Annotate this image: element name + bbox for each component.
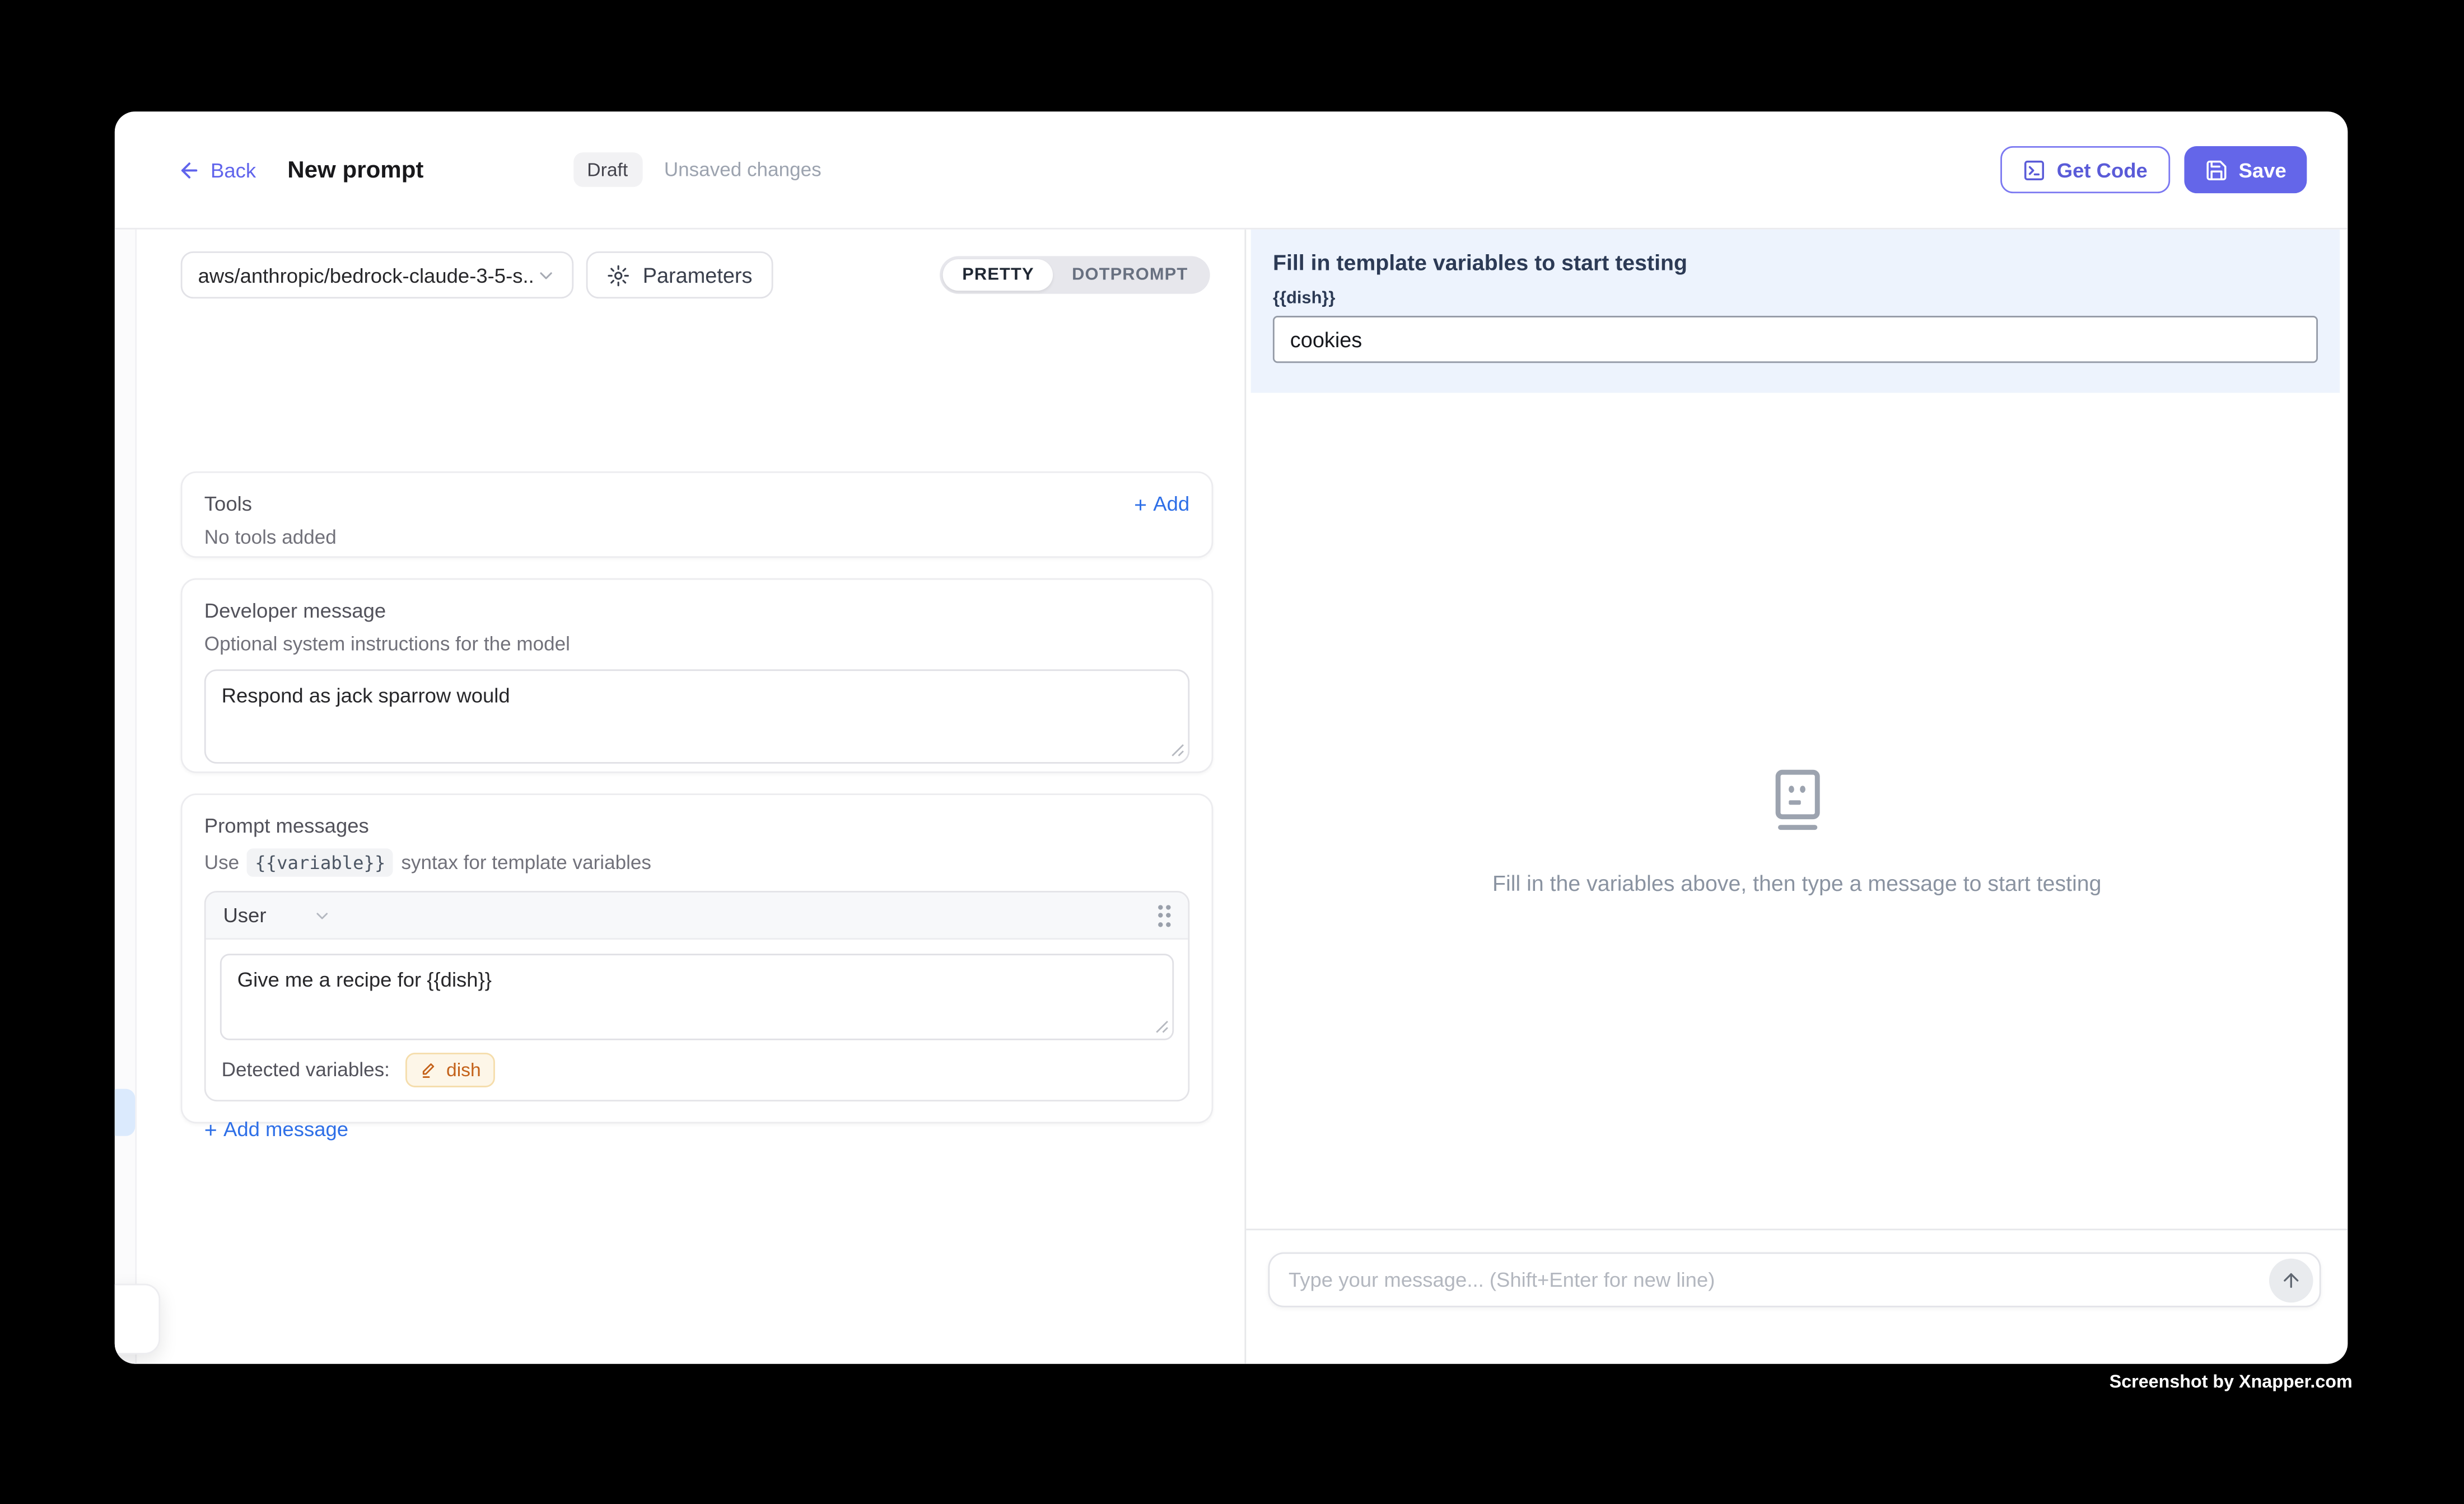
detected-variables-label: Detected variables: bbox=[222, 1059, 390, 1081]
watermark-credit: Screenshot by Xnapper.com bbox=[2110, 1374, 2353, 1393]
arrow-left-icon bbox=[178, 158, 201, 181]
chat-message-input[interactable] bbox=[1289, 1268, 2269, 1292]
developer-message-subtitle: Optional system instructions for the mod… bbox=[204, 633, 1189, 655]
status-badge: Draft bbox=[573, 152, 642, 187]
screenshot-stage: Back New prompt Draft Unsaved changes Ge… bbox=[0, 0, 2464, 1503]
empty-state-text: Fill in the variables above, then type a… bbox=[1492, 871, 2101, 896]
variables-heading: Fill in template variables to start test… bbox=[1273, 250, 2318, 275]
variable-value-input[interactable] bbox=[1273, 316, 2318, 363]
add-message-button[interactable]: + Add message bbox=[204, 1117, 1189, 1141]
prompt-messages-card: Prompt messages Use {{variable}} syntax … bbox=[181, 793, 1214, 1123]
hint-prefix: Use bbox=[204, 852, 239, 874]
plus-icon: + bbox=[204, 1118, 217, 1140]
tools-title: Tools bbox=[204, 492, 252, 515]
sidebar-popover-card bbox=[115, 1284, 160, 1354]
model-toolbar: aws/anthropic/bedrock-claude-3-5-s... Pa… bbox=[181, 251, 1210, 298]
view-mode-toggle: PRETTY DOTPROMPT bbox=[940, 256, 1210, 293]
message-textarea-wrap: Give me a recipe for {{dish}} bbox=[220, 954, 1174, 1040]
variable-key-label: {{dish}} bbox=[1273, 289, 2318, 308]
tools-empty-text: No tools added bbox=[204, 526, 1189, 548]
chat-input-bar bbox=[1268, 1252, 2321, 1307]
add-message-label: Add message bbox=[223, 1117, 348, 1141]
variable-syntax-hint: Use {{variable}} syntax for template var… bbox=[204, 848, 1189, 877]
sidebar-active-indicator[interactable] bbox=[115, 1089, 135, 1136]
toggle-dotprompt[interactable]: DOTPROMPT bbox=[1053, 259, 1207, 291]
plus-icon: + bbox=[1134, 493, 1147, 515]
parameters-label: Parameters bbox=[643, 263, 753, 287]
save-label: Save bbox=[2239, 158, 2286, 181]
robot-face-icon bbox=[1766, 765, 1828, 834]
gear-icon bbox=[606, 263, 630, 287]
model-select-value: aws/anthropic/bedrock-claude-3-5-s... bbox=[198, 263, 536, 287]
send-message-button[interactable] bbox=[2269, 1258, 2313, 1302]
role-select-value: User bbox=[223, 904, 266, 927]
developer-message-textarea[interactable]: Respond as jack sparrow would bbox=[204, 669, 1189, 763]
parameters-button[interactable]: Parameters bbox=[586, 251, 773, 298]
app-window: Back New prompt Draft Unsaved changes Ge… bbox=[115, 111, 2348, 1363]
pencil-icon bbox=[419, 1061, 438, 1080]
chevron-down-icon bbox=[536, 265, 556, 285]
message-block: User Give me a recipe for {{dish}} bbox=[204, 891, 1189, 1101]
message-textarea[interactable]: Give me a recipe for {{dish}} bbox=[220, 954, 1174, 1040]
top-bar-inner: Back New prompt Draft Unsaved changes Ge… bbox=[178, 146, 2307, 193]
arrow-up-icon bbox=[2280, 1269, 2302, 1291]
get-code-button[interactable]: Get Code bbox=[2000, 146, 2169, 193]
chat-divider bbox=[1246, 1229, 2348, 1230]
chat-empty-state: Fill in the variables above, then type a… bbox=[1246, 765, 2348, 896]
save-button[interactable]: Save bbox=[2183, 146, 2307, 193]
test-panel: Fill in template variables to start test… bbox=[1244, 230, 2348, 1364]
collapsed-sidebar bbox=[115, 230, 137, 1364]
template-variables-box: Fill in template variables to start test… bbox=[1251, 230, 2340, 393]
terminal-icon bbox=[2022, 158, 2046, 181]
add-tool-label: Add bbox=[1153, 492, 1189, 515]
variable-badge-dish[interactable]: dish bbox=[405, 1053, 495, 1087]
detected-variables-row: Detected variables: dish bbox=[220, 1053, 1174, 1087]
tools-header-row: Tools + Add bbox=[204, 492, 1189, 515]
prompt-messages-title: Prompt messages bbox=[204, 814, 1189, 838]
save-icon bbox=[2204, 158, 2228, 181]
tools-card: Tools + Add No tools added bbox=[181, 471, 1214, 558]
chevron-down-icon bbox=[314, 906, 333, 925]
add-tool-button[interactable]: + Add bbox=[1134, 492, 1189, 515]
developer-message-title: Developer message bbox=[204, 599, 1189, 622]
variable-badge-name: dish bbox=[446, 1059, 481, 1081]
back-label: Back bbox=[211, 158, 256, 181]
get-code-label: Get Code bbox=[2057, 158, 2148, 181]
hint-suffix: syntax for template variables bbox=[401, 852, 651, 874]
role-select[interactable]: User bbox=[223, 904, 332, 927]
variable-chip: {{variable}} bbox=[247, 848, 393, 877]
prompt-editor-panel: aws/anthropic/bedrock-claude-3-5-s... Pa… bbox=[115, 230, 1245, 1364]
message-header: User bbox=[206, 893, 1188, 940]
unsaved-changes-text: Unsaved changes bbox=[664, 158, 822, 180]
developer-textarea-wrap: Respond as jack sparrow would bbox=[204, 669, 1189, 763]
toggle-pretty[interactable]: PRETTY bbox=[944, 259, 1053, 291]
top-bar: Back New prompt Draft Unsaved changes Ge… bbox=[115, 111, 2348, 229]
page-title: New prompt bbox=[287, 156, 423, 183]
back-button[interactable]: Back bbox=[178, 158, 256, 181]
drag-handle-icon[interactable] bbox=[1158, 904, 1171, 926]
message-body: Give me a recipe for {{dish}} Detected v… bbox=[206, 940, 1188, 1100]
developer-message-card: Developer message Optional system instru… bbox=[181, 578, 1214, 773]
model-select[interactable]: aws/anthropic/bedrock-claude-3-5-s... bbox=[181, 251, 574, 298]
